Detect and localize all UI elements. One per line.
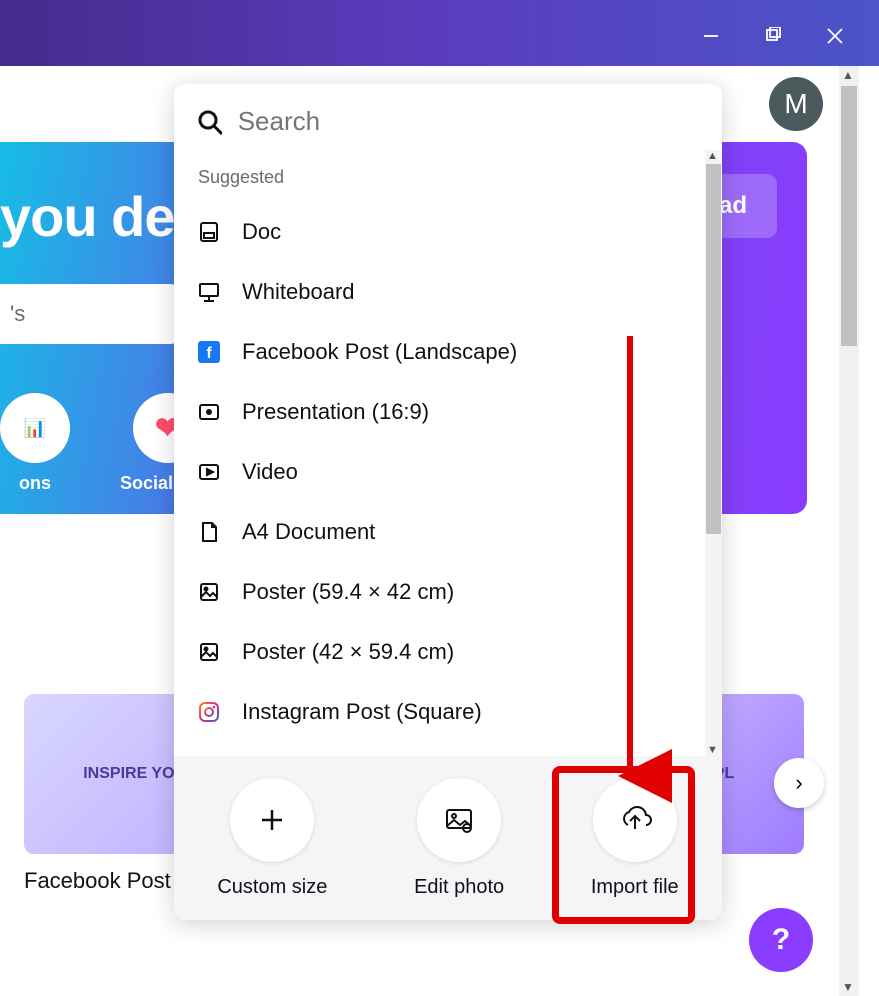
footer-label: Custom size: [217, 876, 327, 899]
section-heading: Suggested: [198, 167, 722, 188]
suggestion-instagram-post[interactable]: Instagram Post (Square): [196, 682, 722, 742]
suggestion-presentation[interactable]: Presentation (16:9): [196, 382, 722, 442]
window-close[interactable]: [821, 22, 849, 50]
chip-label: ons: [19, 473, 51, 494]
page-scrollbar[interactable]: ▲ ▼: [839, 66, 859, 996]
scrollbar-thumb[interactable]: [706, 164, 721, 534]
scroll-up-icon: ▲: [707, 150, 718, 162]
suggestion-label: Facebook Post (Landscape): [242, 339, 517, 365]
doc-icon: [196, 221, 222, 243]
suggestion-facebook-post[interactable]: f Facebook Post (Landscape): [196, 322, 722, 382]
a4-icon: [196, 521, 222, 543]
plus-icon: [256, 804, 288, 836]
cloud-upload-icon: [618, 803, 652, 837]
scroll-up-icon: ▲: [842, 68, 854, 82]
whiteboard-icon: [196, 281, 222, 303]
presentations-icon: 📊: [0, 393, 70, 463]
user-avatar[interactable]: M: [769, 77, 823, 131]
suggestion-label: Presentation (16:9): [242, 399, 429, 425]
maximize-icon: [764, 27, 782, 45]
suggestion-label: Instagram Post (Square): [242, 699, 482, 725]
window-titlebar: [0, 0, 879, 66]
photo-icon: [443, 804, 475, 836]
panel-scrollbar[interactable]: ▲ ▼: [705, 150, 722, 756]
app-body: M you des 's oad 📊 ons ❤ Social med INSP…: [0, 66, 859, 996]
search-input[interactable]: [238, 106, 700, 137]
instagram-icon: [196, 701, 222, 723]
edit-photo-button[interactable]: Edit photo: [414, 778, 504, 899]
close-icon: [826, 27, 844, 45]
presentation-icon: [196, 401, 222, 423]
window-maximize[interactable]: [759, 22, 787, 50]
panel-search-row: [174, 84, 722, 155]
footer-label: Import file: [591, 876, 679, 899]
carousel-next-button[interactable]: ›: [774, 758, 824, 808]
poster-icon: [196, 581, 222, 603]
custom-size-button[interactable]: Custom size: [217, 778, 327, 899]
suggestion-label: Doc: [242, 219, 281, 245]
import-file-button[interactable]: Import file: [591, 778, 679, 899]
suggestion-whiteboard[interactable]: Whiteboard: [196, 262, 722, 322]
svg-text:f: f: [206, 345, 212, 362]
suggestion-poster-portrait[interactable]: Poster (42 × 59.4 cm): [196, 622, 722, 682]
panel-footer: Custom size Edit photo Import file: [174, 756, 722, 920]
window-minimize[interactable]: [697, 22, 725, 50]
minimize-icon: [702, 27, 720, 45]
chip-presentations[interactable]: 📊 ons: [0, 393, 70, 494]
suggestion-label: Poster (42 × 59.4 cm): [242, 639, 454, 665]
facebook-icon: f: [196, 341, 222, 363]
suggestion-label: Poster (59.4 × 42 cm): [242, 579, 454, 605]
scroll-down-icon: ▼: [842, 980, 854, 994]
help-button[interactable]: ?: [749, 908, 813, 972]
search-dropdown-panel: Suggested Doc Whiteboard f Facebook Post…: [174, 84, 722, 920]
hero-search-field[interactable]: 's: [0, 284, 180, 344]
video-icon: [196, 461, 222, 483]
suggestion-a4-document[interactable]: A4 Document: [196, 502, 722, 562]
suggestion-doc[interactable]: Doc: [196, 202, 722, 262]
scrollbar-thumb[interactable]: [841, 86, 857, 346]
search-icon: [196, 108, 222, 136]
suggestion-video[interactable]: Video: [196, 442, 722, 502]
suggestion-label: A4 Document: [242, 519, 375, 545]
suggestion-label: Video: [242, 459, 298, 485]
scroll-down-icon: ▼: [707, 744, 718, 756]
chevron-right-icon: ›: [795, 770, 802, 796]
poster-icon: [196, 641, 222, 663]
suggestion-label: Whiteboard: [242, 279, 355, 305]
suggestion-poster-landscape[interactable]: Poster (59.4 × 42 cm): [196, 562, 722, 622]
footer-label: Edit photo: [414, 876, 504, 899]
suggestion-list: Suggested Doc Whiteboard f Facebook Post…: [174, 155, 722, 756]
